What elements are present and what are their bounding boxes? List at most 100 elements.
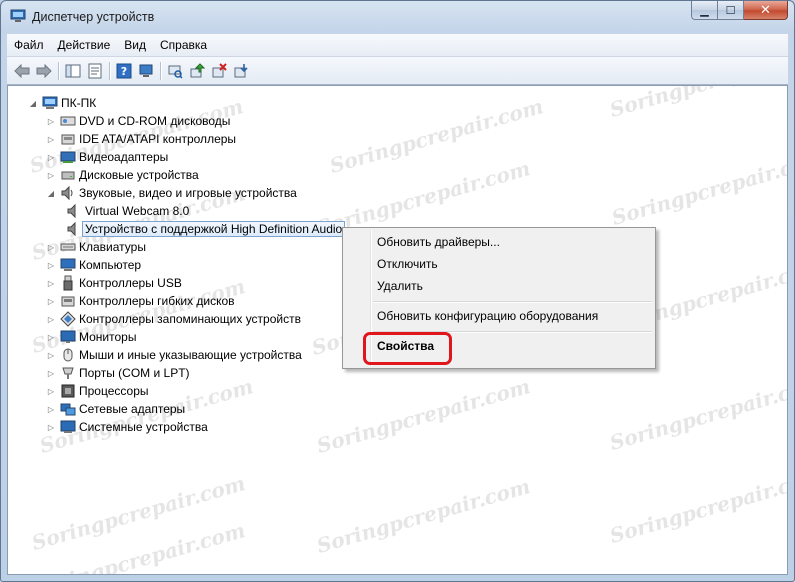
maximize-button[interactable]: ☐ xyxy=(718,1,744,20)
tree-root-label: ПК-ПК xyxy=(61,96,97,110)
menu-update-drivers[interactable]: Обновить драйверы... xyxy=(377,235,500,249)
collapse-arrow-icon[interactable]: ◢ xyxy=(46,189,56,198)
expand-arrow-icon[interactable]: ▷ xyxy=(46,297,56,306)
uninstall-icon xyxy=(212,62,227,77)
tree-item-sound[interactable]: ◢ Звуковые, видео и игровые устройства xyxy=(46,184,297,202)
tree-item-label: Сетевые адаптеры xyxy=(79,402,186,416)
tree-item-floppy[interactable]: ▷ Контроллеры гибких дисков xyxy=(46,292,235,310)
scan-hardware-icon xyxy=(168,65,183,79)
tree-item-hd-audio[interactable]: Устройство с поддержкой High Definition … xyxy=(66,220,346,238)
tree-item-ide[interactable]: ▷ IDE ATA/ATAPI контроллеры xyxy=(46,130,236,148)
keyboard-icon xyxy=(60,239,76,255)
tree-item-computer[interactable]: ▷ Компьютер xyxy=(46,256,141,274)
system-device-icon xyxy=(60,419,76,435)
port-icon xyxy=(60,365,76,381)
tree-item-label: Virtual Webcam 8.0 xyxy=(85,204,190,218)
back-arrow-icon xyxy=(14,63,30,78)
display-adapter-icon xyxy=(60,149,76,165)
show-console-tree-button[interactable] xyxy=(62,60,84,82)
expand-arrow-icon[interactable]: ▷ xyxy=(46,117,56,126)
collapse-arrow-icon[interactable]: ◢ xyxy=(28,99,38,108)
expand-arrow-icon[interactable]: ▷ xyxy=(46,333,56,342)
tree-item-mice[interactable]: ▷ Мыши и иные указывающие устройства xyxy=(46,346,302,364)
minimize-button[interactable]: ▁ xyxy=(691,1,718,20)
menu-view[interactable]: Вид xyxy=(117,38,153,52)
expand-arrow-icon[interactable]: ▷ xyxy=(46,243,56,252)
properties-highlight-ring xyxy=(363,332,452,365)
tree-root[interactable]: ◢ ПК-ПК xyxy=(28,94,96,112)
tree-item-storage[interactable]: ▷ Контроллеры запоминающих устройств xyxy=(46,310,301,328)
expand-arrow-icon[interactable]: ▷ xyxy=(46,171,56,180)
menu-action[interactable]: Действие xyxy=(51,38,118,52)
title-bar[interactable]: Диспетчер устройств ▁ ☐ ✕ xyxy=(1,1,794,31)
uninstall-button[interactable] xyxy=(208,60,230,82)
svg-text:?: ? xyxy=(121,65,127,78)
toolbar-separator xyxy=(58,61,59,80)
context-menu-separator xyxy=(373,301,652,302)
close-icon: ✕ xyxy=(760,2,771,17)
watermark: Soringpcrepair.com xyxy=(326,94,546,178)
tree-item-label: DVD и CD-ROM дисководы xyxy=(79,114,231,128)
expand-arrow-icon[interactable]: ▷ xyxy=(46,423,56,432)
back-button[interactable] xyxy=(11,60,33,82)
expand-arrow-icon[interactable]: ▷ xyxy=(46,387,56,396)
tree-item-keyboards[interactable]: ▷ Клавиатуры xyxy=(46,238,146,256)
tree-item-label: Контроллеры гибких дисков xyxy=(79,294,235,308)
menu-scan-hardware[interactable]: Обновить конфигурацию оборудования xyxy=(377,309,598,323)
monitor-icon xyxy=(60,329,76,345)
tree-item-usb[interactable]: ▷ Контроллеры USB xyxy=(46,274,182,292)
tree-item-video[interactable]: ▷ Видеоадаптеры xyxy=(46,148,168,166)
console-tree-icon xyxy=(65,64,81,77)
device-manager-icon xyxy=(139,64,153,77)
watermark: Soringpcrepair.com xyxy=(608,146,788,230)
expand-arrow-icon[interactable]: ▷ xyxy=(46,261,56,270)
tree-item-ports[interactable]: ▷ Порты (COM и LPT) xyxy=(46,364,190,382)
menu-file[interactable]: Файл xyxy=(7,38,51,52)
tree-item-system[interactable]: ▷ Системные устройства xyxy=(46,418,208,436)
tree-item-dvd[interactable]: ▷ DVD и CD-ROM дисководы xyxy=(46,112,230,130)
tree-item-label: IDE ATA/ATAPI контроллеры xyxy=(79,132,237,146)
disable-button[interactable] xyxy=(230,60,252,82)
device-manager-app-icon xyxy=(10,9,26,22)
storage-controller-icon xyxy=(60,311,76,327)
toolbar: ? xyxy=(7,57,788,85)
watermark: Soringpcrepair.com xyxy=(607,86,787,122)
tree-item-monitors[interactable]: ▷ Мониторы xyxy=(46,328,137,346)
tree-item-cpu[interactable]: ▷ Процессоры xyxy=(46,382,149,400)
expand-arrow-icon[interactable]: ▷ xyxy=(46,279,56,288)
forward-arrow-icon xyxy=(36,63,52,78)
minimize-icon: ▁ xyxy=(700,4,709,17)
help-button[interactable]: ? xyxy=(113,60,135,82)
expand-arrow-icon[interactable]: ▷ xyxy=(46,135,56,144)
expand-arrow-icon[interactable]: ▷ xyxy=(46,153,56,162)
tree-item-label: Процессоры xyxy=(79,384,149,398)
expand-arrow-icon[interactable]: ▷ xyxy=(46,351,56,360)
tree-item-label: Видеоадаптеры xyxy=(79,150,169,164)
menu-help[interactable]: Справка xyxy=(153,38,214,52)
disk-drive-icon xyxy=(60,167,76,183)
tree-item-label: Устройство с поддержкой High Definition … xyxy=(82,221,346,237)
window-title: Диспетчер устройств xyxy=(32,10,155,24)
update-driver-button[interactable] xyxy=(186,60,208,82)
scan-hardware-button[interactable] xyxy=(164,60,186,82)
forward-button[interactable] xyxy=(33,60,55,82)
close-button[interactable]: ✕ xyxy=(744,1,788,20)
device-view-button[interactable] xyxy=(135,60,157,82)
properties-button[interactable] xyxy=(84,60,106,82)
expand-arrow-icon[interactable]: ▷ xyxy=(46,315,56,324)
ide-controller-icon xyxy=(60,131,76,147)
expand-arrow-icon[interactable]: ▷ xyxy=(46,369,56,378)
tree-item-webcam[interactable]: Virtual Webcam 8.0 xyxy=(66,202,189,220)
properties-icon xyxy=(88,63,102,78)
menu-disable[interactable]: Отключить xyxy=(377,257,438,271)
menu-uninstall[interactable]: Удалить xyxy=(377,279,423,293)
tree-item-label: Контроллеры запоминающих устройств xyxy=(79,312,301,326)
expand-arrow-icon[interactable]: ▷ xyxy=(46,405,56,414)
window-controls: ▁ ☐ ✕ xyxy=(691,1,788,20)
tree-item-label: Системные устройства xyxy=(79,420,208,434)
tree-item-network[interactable]: ▷ Сетевые адаптеры xyxy=(46,400,185,418)
tree-item-disks[interactable]: ▷ Дисковые устройства xyxy=(46,166,199,184)
watermark: Soringpcrepair.com xyxy=(606,371,788,455)
watermark: Soringpcrepair.com xyxy=(313,474,533,558)
watermark: Soringpcrepair.com xyxy=(28,471,248,555)
